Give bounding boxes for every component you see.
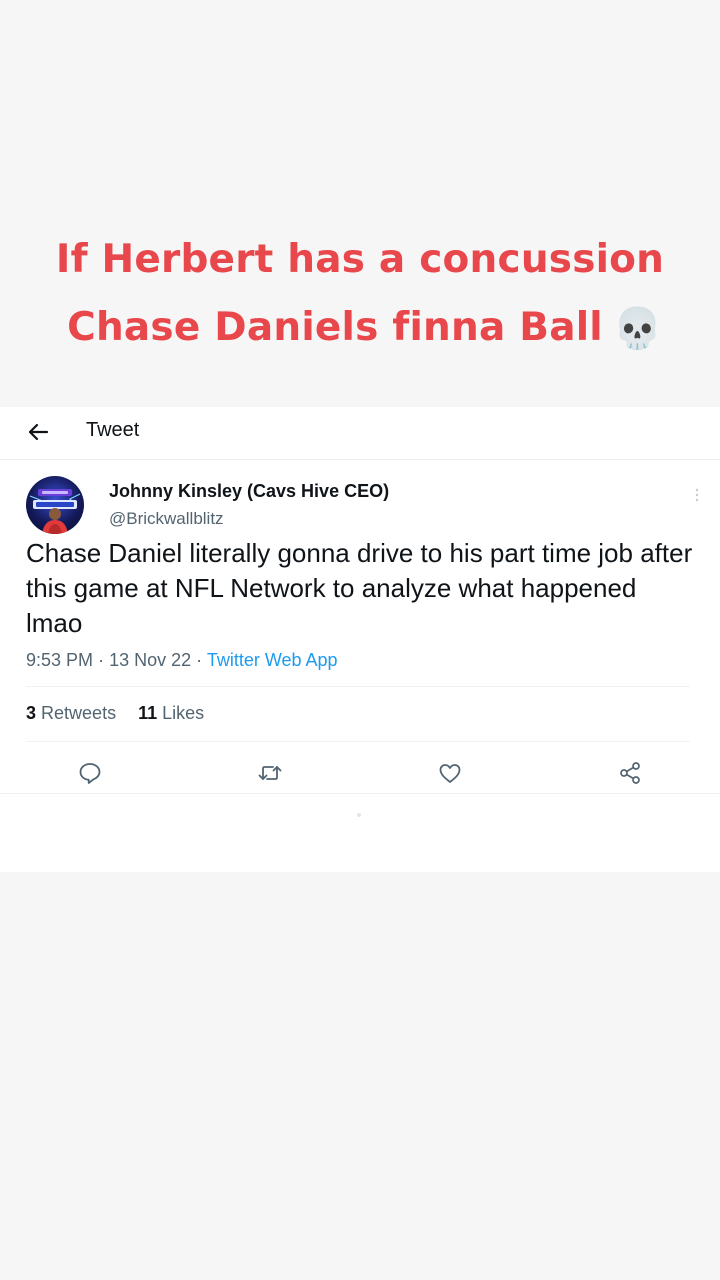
tweet-card: Tweet Johnny Kinsley (Cavs Hive CEO) @Br… xyxy=(0,407,720,872)
page-title: Tweet xyxy=(86,419,140,441)
share-icon xyxy=(620,762,640,784)
likes-count: 11 xyxy=(138,703,158,723)
retweets-count: 3 xyxy=(26,703,37,723)
tweet-date: 13 Nov 22 xyxy=(109,650,192,670)
tweet-meta: 9:53 PM · 13 Nov 22 · Twitter Web App xyxy=(26,650,338,671)
skull-emoji: 💀 xyxy=(612,306,663,352)
share-button[interactable] xyxy=(616,759,644,787)
caption-line-2: Chase Daniels finna Ball 💀 xyxy=(0,294,720,363)
divider xyxy=(0,793,720,794)
arrow-left-icon xyxy=(28,423,49,441)
tweet-source-link[interactable]: Twitter Web App xyxy=(207,650,338,670)
retweet-button[interactable] xyxy=(256,759,284,787)
divider xyxy=(26,741,690,742)
likes-stat[interactable]: 11 Likes xyxy=(138,703,204,724)
caption-line-1: If Herbert has a concussion xyxy=(55,237,665,282)
divider xyxy=(26,686,690,687)
more-options-icon[interactable] xyxy=(690,487,704,505)
caption-line-2-text: Chase Daniels finna Ball xyxy=(67,305,603,350)
video-caption: If Herbert has a concussion Chase Daniel… xyxy=(0,226,720,363)
retweets-label: Retweets xyxy=(41,703,117,723)
tweet-text: Chase Daniel literally gonna drive to hi… xyxy=(26,538,693,638)
display-name[interactable]: Johnny Kinsley (Cavs Hive CEO) xyxy=(109,481,389,502)
reply-icon xyxy=(79,763,101,784)
like-button[interactable] xyxy=(436,759,464,787)
tweet-time: 9:53 PM xyxy=(26,650,94,670)
reply-button[interactable] xyxy=(76,759,104,787)
tweet-header-bar: Tweet xyxy=(0,407,720,460)
loading-dot xyxy=(357,813,361,817)
retweets-stat[interactable]: 3 Retweets xyxy=(26,703,116,724)
username-handle[interactable]: @Brickwallblitz xyxy=(109,509,224,529)
meta-separator: · xyxy=(98,650,105,670)
tweet-actions-bar xyxy=(0,753,720,793)
tweet-stats: 3 Retweets 11 Likes xyxy=(26,703,204,724)
meta-separator: · xyxy=(196,650,203,670)
avatar[interactable] xyxy=(26,476,84,534)
back-button[interactable] xyxy=(24,417,54,447)
retweet-icon xyxy=(258,766,282,780)
likes-label: Likes xyxy=(162,703,205,723)
like-icon xyxy=(439,764,461,783)
